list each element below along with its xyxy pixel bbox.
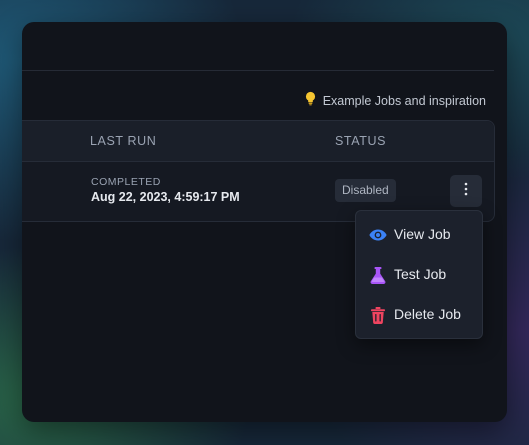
- eye-icon: [369, 226, 387, 244]
- view-job-label: View Job: [394, 226, 451, 242]
- last-run-date: Aug 22, 2023, 4:59:17 PM: [91, 190, 240, 204]
- example-jobs-link[interactable]: Example Jobs and inspiration: [304, 91, 486, 111]
- delete-job-label: Delete Job: [394, 306, 461, 322]
- view-job-menu-item[interactable]: View Job: [356, 216, 482, 252]
- row-actions-menu: View Job Test Job Delete Job: [355, 210, 483, 339]
- column-header-status: STATUS: [335, 134, 387, 148]
- example-jobs-label: Example Jobs and inspiration: [322, 94, 486, 108]
- table-header: LAST RUN STATUS: [22, 121, 494, 162]
- jobs-table: LAST RUN STATUS COMPLETED Aug 22, 2023, …: [22, 120, 495, 222]
- test-job-menu-item[interactable]: Test Job: [356, 256, 482, 292]
- more-vertical-icon: [464, 182, 468, 201]
- row-actions-button[interactable]: [450, 175, 482, 207]
- status-badge: Disabled: [335, 179, 396, 202]
- lightbulb-icon: [304, 91, 317, 111]
- test-job-label: Test Job: [394, 266, 447, 282]
- divider: [22, 70, 494, 71]
- column-header-last-run: LAST RUN: [90, 134, 157, 148]
- delete-job-menu-item[interactable]: Delete Job: [356, 296, 482, 332]
- jobs-panel: Example Jobs and inspiration LAST RUN ST…: [22, 22, 507, 422]
- last-run-status: COMPLETED: [91, 176, 161, 188]
- flask-icon: [369, 266, 387, 284]
- trash-icon: [369, 306, 387, 324]
